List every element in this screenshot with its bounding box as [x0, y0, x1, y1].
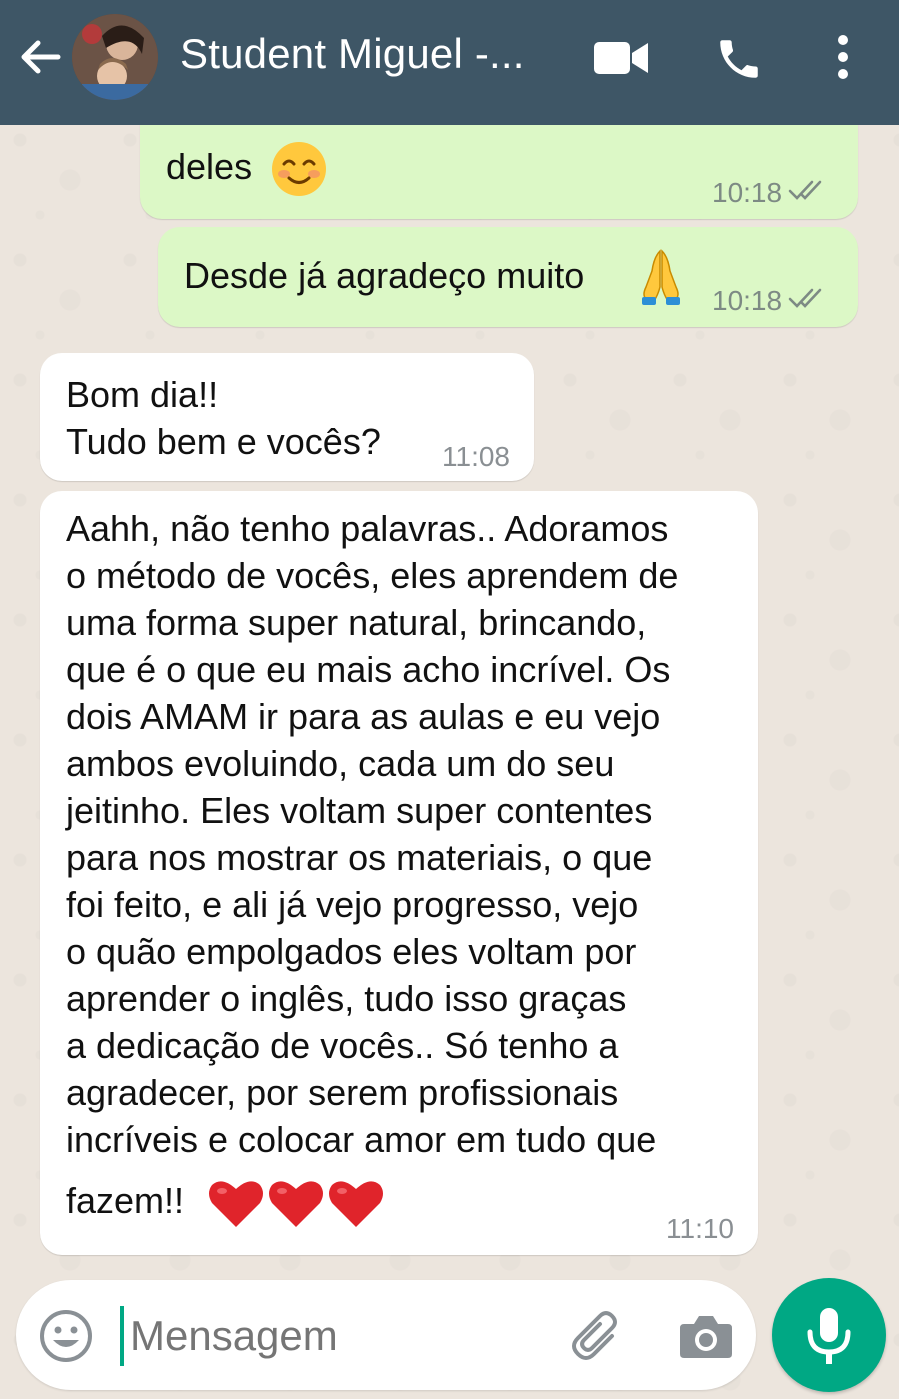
arrow-left-icon[interactable]: [18, 34, 64, 80]
message-text: deles: [166, 146, 253, 187]
message-meta: 11:10: [666, 1213, 734, 1245]
message-time: 10:18: [712, 285, 783, 316]
message-text-last-line: fazem!!: [66, 1180, 185, 1221]
more-vertical-icon[interactable]: [828, 32, 858, 82]
emoji-icon[interactable]: [38, 1308, 94, 1364]
message-text: Desde já agradeço muito: [184, 255, 585, 296]
phone-icon[interactable]: [714, 34, 764, 84]
avatar[interactable]: [72, 14, 158, 100]
video-camera-icon[interactable]: [592, 38, 650, 78]
message-list[interactable]: deles 10:18 Desde já agradeço muito 10:1…: [0, 125, 899, 1275]
incoming-message[interactable]: Aahh, não tenho palavras.. Adoramos o mé…: [40, 491, 758, 1255]
folded-hands-icon: [636, 247, 686, 312]
contact-name[interactable]: Student Miguel -...: [180, 30, 525, 78]
paperclip-icon[interactable]: [568, 1308, 624, 1364]
message-meta: 11:08: [442, 441, 510, 473]
outgoing-message[interactable]: deles 10:18: [140, 125, 858, 219]
camera-icon[interactable]: [678, 1310, 734, 1360]
message-time: 11:10: [666, 1213, 734, 1244]
red-heart-icon: [206, 1177, 386, 1236]
message-text: Bom dia!! Tudo bem e vocês?: [66, 374, 381, 462]
message-composer: [16, 1280, 756, 1390]
message-text: Aahh, não tenho palavras.. Adoramos o mé…: [66, 508, 679, 1160]
incoming-message[interactable]: Bom dia!! Tudo bem e vocês? 11:08: [40, 353, 534, 481]
message-input[interactable]: [124, 1304, 550, 1368]
read-ticks-icon: [788, 177, 828, 209]
microphone-icon[interactable]: [772, 1278, 886, 1392]
outgoing-message[interactable]: Desde já agradeço muito 10:18: [158, 227, 858, 327]
message-time: 10:18: [712, 177, 783, 208]
read-ticks-icon: [788, 285, 828, 317]
message-meta: 10:18: [712, 285, 828, 317]
chat-header: Student Miguel -...: [0, 0, 899, 125]
message-meta: 10:18: [712, 177, 828, 209]
smiling-face-icon: [270, 140, 328, 203]
message-time: 11:08: [442, 441, 510, 472]
